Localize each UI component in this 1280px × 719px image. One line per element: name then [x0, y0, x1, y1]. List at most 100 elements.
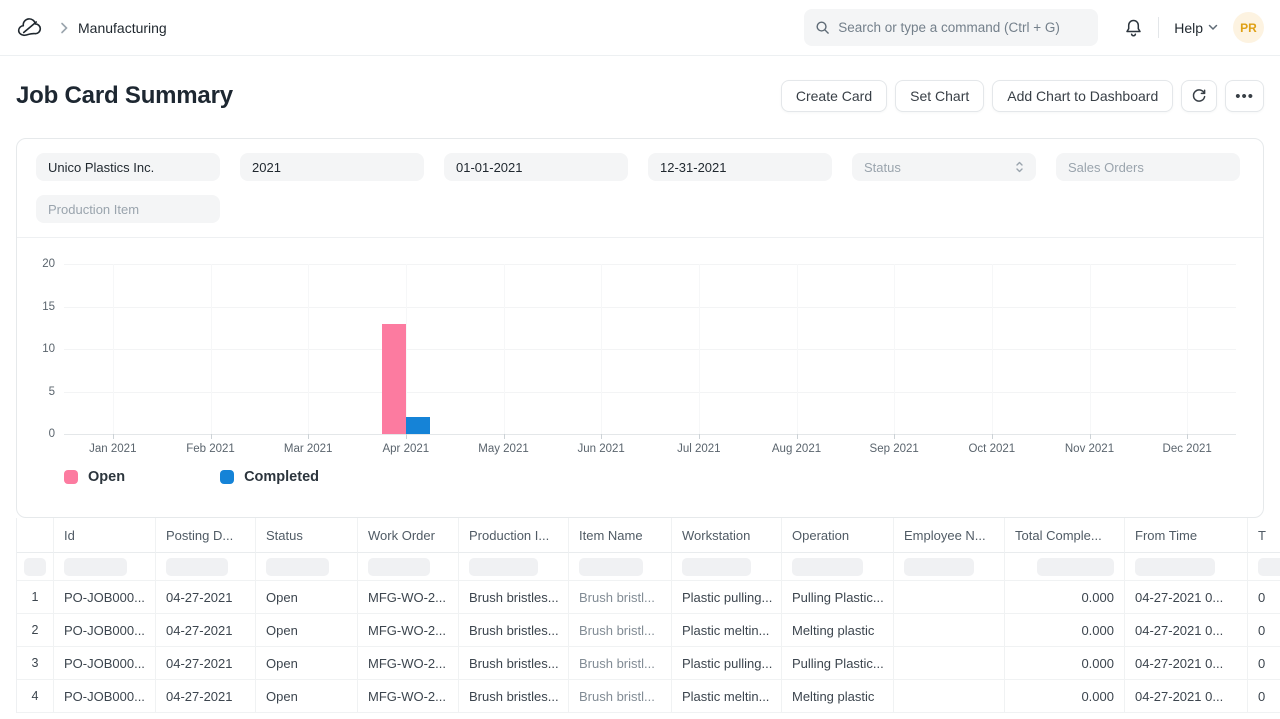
row-number[interactable]: 4	[17, 680, 54, 713]
table-cell[interactable]	[894, 614, 1005, 647]
fiscal-year-filter[interactable]: 2021	[240, 153, 424, 181]
notifications-bell-icon[interactable]	[1124, 18, 1143, 38]
table-cell[interactable]	[894, 680, 1005, 713]
table-cell[interactable]: Brush bristl...	[569, 581, 672, 614]
column-filter-input[interactable]	[469, 558, 538, 576]
table-cell[interactable]: Brush bristl...	[569, 614, 672, 647]
global-search[interactable]	[804, 9, 1098, 46]
table-cell[interactable]: 04-27-2021	[156, 647, 256, 680]
company-filter[interactable]: Unico Plastics Inc.	[36, 153, 220, 181]
column-filter-input[interactable]	[682, 558, 751, 576]
production-item-filter[interactable]: Production Item	[36, 195, 220, 223]
table-cell[interactable]: Open	[256, 647, 358, 680]
table-cell[interactable]: 0.000	[1005, 647, 1125, 680]
table-cell[interactable]: 0	[1248, 647, 1280, 680]
column-header[interactable]: Production I...	[459, 518, 569, 553]
column-filter-input[interactable]	[368, 558, 430, 576]
table-cell[interactable]: MFG-WO-2...	[358, 581, 459, 614]
help-menu[interactable]: Help	[1174, 20, 1218, 36]
table-cell[interactable]: 0.000	[1005, 614, 1125, 647]
table-cell[interactable]: 0	[1248, 581, 1280, 614]
table-cell[interactable]: 04-27-2021	[156, 614, 256, 647]
table-cell[interactable]: 0.000	[1005, 680, 1125, 713]
table-cell[interactable]: 04-27-2021 0...	[1125, 680, 1248, 713]
table-cell[interactable]: Brush bristl...	[569, 647, 672, 680]
table-cell[interactable]: 04-27-2021 0...	[1125, 581, 1248, 614]
open-bar[interactable]	[382, 324, 406, 435]
row-number[interactable]: 2	[17, 614, 54, 647]
column-header[interactable]: Work Order	[358, 518, 459, 553]
table-cell[interactable]: Pulling Plastic...	[782, 581, 894, 614]
table-cell[interactable]: Brush bristles...	[459, 647, 569, 680]
column-header[interactable]: Id	[54, 518, 156, 553]
table-cell[interactable]: 04-27-2021	[156, 680, 256, 713]
sales-orders-filter[interactable]: Sales Orders	[1056, 153, 1240, 181]
table-cell[interactable]: Pulling Plastic...	[782, 647, 894, 680]
table-cell[interactable]	[894, 647, 1005, 680]
user-avatar[interactable]: PR	[1233, 12, 1264, 43]
row-number[interactable]: 1	[17, 581, 54, 614]
column-header[interactable]: Total Comple...	[1005, 518, 1125, 553]
column-header[interactable]	[17, 518, 54, 553]
column-filter-input[interactable]	[1037, 558, 1114, 576]
table-cell[interactable]: 04-27-2021 0...	[1125, 647, 1248, 680]
menu-button[interactable]: •••	[1225, 80, 1264, 112]
column-header[interactable]: From Time	[1125, 518, 1248, 553]
table-cell[interactable]: PO-JOB000...	[54, 680, 156, 713]
table-cell[interactable]: PO-JOB000...	[54, 614, 156, 647]
table-cell[interactable]: 04-27-2021 0...	[1125, 614, 1248, 647]
column-filter-input[interactable]	[24, 558, 46, 576]
breadcrumb[interactable]: Manufacturing	[78, 20, 167, 36]
add-chart-to-dashboard-button[interactable]: Add Chart to Dashboard	[992, 80, 1173, 112]
table-cell[interactable]: MFG-WO-2...	[358, 680, 459, 713]
table-cell[interactable]: Plastic pulling...	[672, 581, 782, 614]
column-filter-input[interactable]	[64, 558, 127, 576]
table-cell[interactable]: 0	[1248, 680, 1280, 713]
status-filter[interactable]: Status	[852, 153, 1036, 181]
refresh-button[interactable]	[1181, 80, 1217, 112]
column-filter-input[interactable]	[904, 558, 974, 576]
column-header[interactable]: T	[1248, 518, 1280, 553]
table-cell[interactable]: Open	[256, 680, 358, 713]
table-cell[interactable]: Brush bristl...	[569, 680, 672, 713]
column-header[interactable]: Workstation	[672, 518, 782, 553]
table-cell[interactable]: Brush bristles...	[459, 614, 569, 647]
table-cell[interactable]: 0.000	[1005, 581, 1125, 614]
table-cell[interactable]: Melting plastic	[782, 680, 894, 713]
create-card-button[interactable]: Create Card	[781, 80, 887, 112]
table-cell[interactable]: Plastic meltin...	[672, 680, 782, 713]
row-number[interactable]: 3	[17, 647, 54, 680]
table-cell[interactable]: MFG-WO-2...	[358, 647, 459, 680]
table-cell[interactable]: Plastic pulling...	[672, 647, 782, 680]
table-cell[interactable]: Brush bristles...	[459, 680, 569, 713]
table-cell[interactable]: Open	[256, 581, 358, 614]
table-cell[interactable]: 04-27-2021	[156, 581, 256, 614]
from-date-filter[interactable]: 01-01-2021	[444, 153, 628, 181]
table-cell[interactable]: Brush bristles...	[459, 581, 569, 614]
to-date-filter[interactable]: 12-31-2021	[648, 153, 832, 181]
column-filter-input[interactable]	[1135, 558, 1215, 576]
column-filter-input[interactable]	[266, 558, 329, 576]
table-cell[interactable]: PO-JOB000...	[54, 581, 156, 614]
table-cell[interactable]: 0	[1248, 614, 1280, 647]
column-header[interactable]: Posting D...	[156, 518, 256, 553]
set-chart-button[interactable]: Set Chart	[895, 80, 984, 112]
table-cell[interactable]: Melting plastic	[782, 614, 894, 647]
column-filter-input[interactable]	[792, 558, 863, 576]
column-header[interactable]: Item Name	[569, 518, 672, 553]
table-row: 4PO-JOB000...04-27-2021OpenMFG-WO-2...Br…	[17, 680, 1280, 713]
table-cell[interactable]: Open	[256, 614, 358, 647]
column-filter-input[interactable]	[579, 558, 643, 576]
table-cell[interactable]: Plastic meltin...	[672, 614, 782, 647]
column-header[interactable]: Operation	[782, 518, 894, 553]
table-cell[interactable]: PO-JOB000...	[54, 647, 156, 680]
completed-bar[interactable]	[406, 417, 430, 434]
table-cell[interactable]: MFG-WO-2...	[358, 614, 459, 647]
search-input[interactable]	[838, 20, 1087, 35]
column-header[interactable]: Employee N...	[894, 518, 1005, 553]
column-filter-input[interactable]	[1258, 558, 1280, 576]
app-logo-icon[interactable]	[16, 13, 46, 43]
column-header[interactable]: Status	[256, 518, 358, 553]
column-filter-input[interactable]	[166, 558, 228, 576]
table-cell[interactable]	[894, 581, 1005, 614]
